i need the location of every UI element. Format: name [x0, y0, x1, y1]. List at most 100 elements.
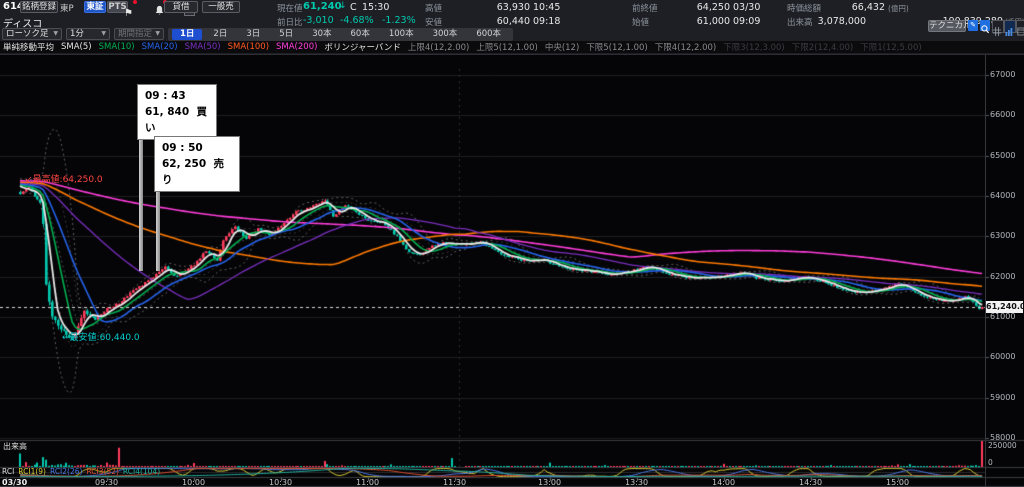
zoom-magnifier-icon[interactable]	[980, 20, 990, 34]
buy-marker-drop-line	[139, 126, 143, 271]
change-label: 前日比	[277, 18, 303, 28]
range-button-3日[interactable]: 3日	[238, 29, 268, 40]
sell-annotation-detail: 62, 250 売り	[162, 158, 224, 186]
range-button-5日[interactable]: 5日	[271, 29, 301, 40]
current-price-time: 15:30	[362, 2, 390, 13]
grid-layout-icon[interactable]	[992, 20, 1004, 36]
interval-value: 1分	[70, 29, 84, 39]
time-axis-label-13:00: 13:00	[538, 478, 562, 487]
bollinger-param-dim-1: 下限2(12,4.00)	[791, 43, 854, 53]
open-label: 始値	[632, 18, 650, 28]
bollinger-param-dim-0: 下限3(12,3.00)	[723, 43, 785, 53]
time-axis-label-11:30: 11:30	[443, 478, 467, 487]
range-button-2日[interactable]: 2日	[205, 29, 235, 40]
header: 6146 銘柄登録 東P 東証 PTS ⚑ 貸借 一般売 現在値 61,240 …	[0, 0, 1024, 55]
sma-legend-SMA(50): SMA(50)	[184, 42, 221, 52]
bollinger-param-2: 中央(12)	[544, 43, 580, 53]
prev-close-value: 64,250	[696, 2, 730, 13]
rci-legend: RCI RCI1(9) RCI2(26) RCI3(52) RCI4(104)	[2, 467, 160, 476]
buy-annotation-detail: 61, 840 買い	[145, 106, 207, 134]
buy-annotation[interactable]: 09 : 43 61, 840 買い	[137, 84, 217, 140]
tab-tse[interactable]: 東証	[84, 1, 106, 13]
open-value: 61,000	[696, 16, 730, 27]
range-button-30本[interactable]: 30本	[304, 29, 339, 40]
price-axis-label-63000: 63000	[990, 231, 1016, 240]
period-dropdown[interactable]: 期間指定 ▼	[114, 28, 164, 40]
rci-legend-RCI2(26): RCI2(26)	[49, 467, 83, 476]
chevron-down-icon: ▼	[53, 30, 58, 37]
price-axis-label-60000: 60000	[990, 352, 1016, 361]
time-axis-label-03/30: 03/30	[2, 478, 28, 487]
price-axis-label-59000: 59000	[990, 393, 1016, 402]
market-cap-value: 66,432	[851, 2, 885, 13]
margin-button[interactable]: 貸借	[164, 1, 198, 13]
time-axis-label-10:00: 10:00	[182, 478, 206, 487]
chevron-down-icon: ▼	[155, 30, 160, 37]
bollinger-legend-title: ボリンジャーバンド	[324, 43, 401, 53]
low-label: 安値	[425, 18, 443, 28]
chart-type-dropdown[interactable]: ローソク足 ▼	[2, 28, 62, 40]
popup-window-icon[interactable]	[1016, 20, 1024, 36]
open-time: 09:09	[733, 16, 761, 27]
high-marker-arrow: ↙	[25, 175, 33, 185]
rci-legend-RCI: RCI	[2, 467, 15, 476]
sma-legend-SMA(10): SMA(10)	[98, 42, 135, 52]
range-button-strip: 1日 2日 3日 5日 30本 60本 100本 300本 600本	[168, 28, 514, 41]
session-close-flag: C	[350, 2, 357, 13]
market-cap-label: 時価総額	[787, 4, 822, 14]
price-axis-separator	[985, 55, 986, 487]
market-badge: 東P	[60, 4, 74, 14]
interval-dropdown[interactable]: 1分 ▼	[66, 28, 110, 40]
time-axis-label-11:00: 11:00	[356, 478, 380, 487]
current-price-value: 61,240	[303, 1, 342, 12]
price-axis-label-66000: 66000	[990, 110, 1016, 119]
volume-axis-max: 250000	[988, 441, 1017, 450]
time-axis-label-14:30: 14:30	[799, 478, 823, 487]
sell-annotation-time: 09 : 50	[162, 142, 203, 154]
price-axis-label-58000: 58000	[990, 433, 1016, 442]
price-down-arrow-icon: ↓	[339, 1, 347, 11]
change-percent: -4.68%	[340, 15, 374, 26]
price-axis-label-64000: 64000	[990, 191, 1016, 200]
price-axis-label-65000: 65000	[990, 151, 1016, 160]
range-button-100本[interactable]: 100本	[381, 29, 422, 40]
change-value: -3,010	[303, 15, 334, 26]
draw-pencil-icon[interactable]: ✎	[968, 20, 978, 31]
price-axis-label-67000: 67000	[990, 70, 1016, 79]
rci-legend-RCI3(52): RCI3(52)	[86, 467, 119, 476]
bollinger-param-0: 上限4(12,2.00)	[407, 43, 470, 53]
sma-legend-SMA(5): SMA(5)	[61, 42, 92, 52]
chart-high-marker: ↙最高値:64,250.0	[25, 175, 103, 185]
general-sell-button[interactable]: 一般売	[202, 1, 240, 13]
register-stock-button[interactable]: 銘柄登録	[20, 1, 58, 13]
stock-chart-app: 6146 銘柄登録 東P 東証 PTS ⚑ 貸借 一般売 現在値 61,240 …	[0, 0, 1024, 487]
sma-legend-SMA(200): SMA(200)	[276, 42, 318, 52]
bollinger-param-1: 上限5(12,1.00)	[476, 43, 538, 53]
price-axis-label-61000: 61000	[990, 312, 1016, 321]
news-flag-icon[interactable]: ⚑	[124, 0, 137, 19]
range-button-300本[interactable]: 300本	[425, 29, 466, 40]
high-label: 高値	[425, 4, 443, 14]
rci-legend-RCI4(104): RCI4(104)	[122, 467, 161, 476]
price-axis-label-62000: 62000	[990, 272, 1016, 281]
range-button-600本[interactable]: 600本	[468, 29, 509, 40]
sell-annotation[interactable]: 09 : 50 62, 250 売り	[154, 136, 240, 192]
bar-chart-icon[interactable]	[1004, 20, 1016, 36]
range-button-1日[interactable]: 1日	[172, 29, 203, 40]
volume-axis-min: 0	[988, 458, 993, 467]
range-button-60本[interactable]: 60本	[343, 29, 378, 40]
market-cap-unit: (億円)	[888, 4, 909, 13]
technical-button[interactable]: テクニカル	[928, 20, 972, 32]
vwap-change-percent: -1.23%	[382, 15, 416, 26]
time-axis-label-15:00: 15:00	[886, 478, 910, 487]
bollinger-param-dim-2: 下限1(12,5.00)	[860, 43, 922, 53]
prev-close-label: 前終値	[632, 4, 658, 14]
time-axis-label-13:30: 13:30	[625, 478, 649, 487]
current-price-tag: 61,240.0	[986, 301, 1024, 313]
sma-legend-SMA(20): SMA(20)	[141, 42, 178, 52]
news-alert-dot	[133, 0, 137, 4]
time-axis-label-10:30: 10:30	[269, 478, 293, 487]
prev-close-date: 03/30	[733, 2, 761, 13]
time-axis-label-14:00: 14:00	[712, 478, 736, 487]
sma-legend-SMA(100): SMA(100)	[227, 42, 270, 52]
